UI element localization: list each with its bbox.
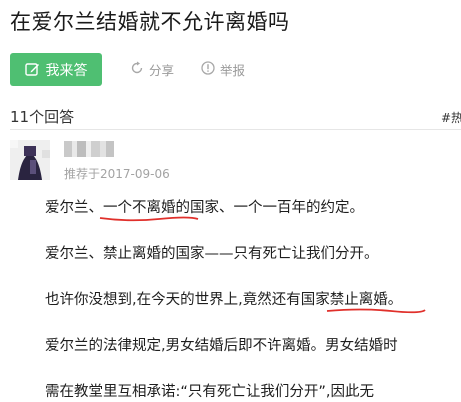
answer-text: 爱尔兰、 — [45, 200, 103, 216]
question-title: 在爱尔兰结婚就不允许离婚吗 — [10, 10, 290, 34]
answer-paragraph-2: 爱尔兰、禁止离婚的国家——只有死亡让我们分开。 — [45, 246, 379, 262]
share-button[interactable]: 分享 — [130, 60, 174, 79]
answer-button-label: 我来答 — [45, 62, 88, 79]
report-icon — [201, 61, 215, 78]
author-name-blurred[interactable] — [64, 141, 114, 157]
answer-paragraph-4: 爱尔兰的法律规定,男女结婚后即不许离婚。男女结婚时 — [45, 338, 398, 354]
answer-text-highlight: 一个不离婚的国家 — [103, 200, 219, 216]
answer-text: 也许你没想到,在今天的世界上,竟然还有国家 — [45, 292, 330, 308]
highlighted-phrase: 禁止离婚 — [326, 290, 426, 314]
answer-paragraph-3: 也许你没想到,在今天的世界上,竟然还有国家禁止离婚。 — [45, 290, 426, 314]
share-label: 分享 — [149, 63, 175, 78]
answer-paragraph-1: 爱尔兰、一个不离婚的国家 、一个一百年的约定。 — [45, 198, 364, 222]
edit-icon — [24, 62, 40, 77]
answer-button[interactable]: 我来答 — [10, 53, 102, 86]
avatar[interactable] — [10, 140, 50, 180]
answer-text: 、一个一百年的约定。 — [219, 200, 364, 216]
share-icon — [130, 61, 144, 78]
report-button[interactable]: 举报 — [201, 60, 245, 79]
answer-count: 11个回答 — [10, 108, 75, 126]
answer-text-highlight: 禁止离婚 — [329, 292, 388, 308]
red-underline-annotation — [99, 216, 199, 222]
divider — [10, 129, 461, 130]
answer-text: 。 — [387, 292, 403, 308]
answer-date: 推荐于2017-09-06 — [64, 167, 170, 181]
answer-paragraph-5: 需在教堂里互相承诺:“只有死亡让我们分开”,因此无 — [45, 384, 375, 400]
report-label: 举报 — [220, 63, 246, 78]
highlighted-phrase: 一个不离婚的国家 — [99, 198, 219, 222]
sort-hot-tab[interactable]: #热 — [441, 109, 461, 126]
red-underline-annotation — [326, 308, 426, 314]
